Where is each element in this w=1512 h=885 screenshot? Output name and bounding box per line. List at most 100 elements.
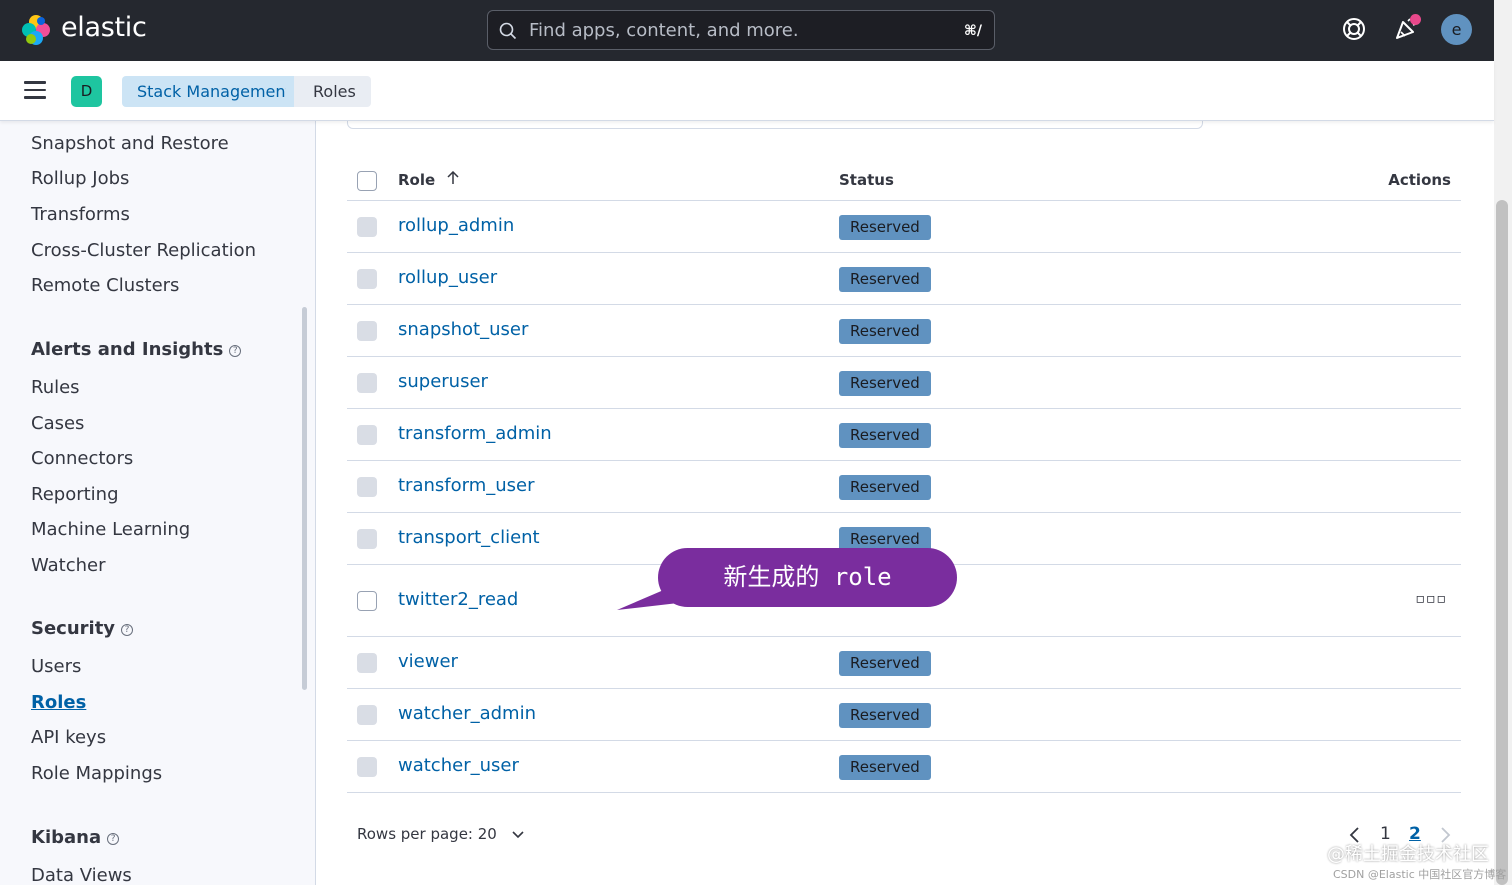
global-search-input[interactable]: Find apps, content, and more. ⌘/ bbox=[487, 10, 995, 50]
question-icon[interactable]: ? bbox=[229, 345, 242, 357]
page-scrollbar[interactable] bbox=[1494, 0, 1512, 885]
sort-ascending-icon bbox=[447, 171, 459, 184]
section-title: Alerts and Insights bbox=[31, 339, 224, 360]
role-link[interactable]: superuser bbox=[398, 371, 488, 392]
watermark-subtext: CSDN @Elastic 中国社区官方博客 bbox=[1333, 868, 1507, 881]
user-avatar[interactable]: e bbox=[1441, 14, 1472, 45]
sidebar-item-reporting[interactable]: Reporting bbox=[31, 484, 119, 505]
sidebar-item-rollup-jobs[interactable]: Rollup Jobs bbox=[31, 168, 129, 189]
section-title: Security bbox=[31, 618, 116, 639]
search-shortcut: ⌘/ bbox=[963, 23, 982, 39]
sidebar-item-api-keys[interactable]: API keys bbox=[31, 727, 106, 748]
top-header: elastic Find apps, content, and more. ⌘/… bbox=[0, 0, 1494, 61]
roles-table: Role Status Actions rollup_admin Reserve… bbox=[347, 159, 1461, 793]
column-header-role[interactable]: Role bbox=[398, 171, 460, 189]
row-checkbox bbox=[357, 217, 377, 237]
sidebar-item-ccr[interactable]: Cross-Cluster Replication bbox=[31, 240, 256, 261]
management-sidebar: Snapshot and Restore Rollup Jobs Transfo… bbox=[0, 121, 316, 885]
sidebar-item-users[interactable]: Users bbox=[31, 656, 81, 677]
row-actions-button[interactable]: ▫▫▫ bbox=[1416, 591, 1447, 607]
status-badge: Reserved bbox=[839, 703, 931, 728]
row-checkbox bbox=[357, 321, 377, 341]
sidebar-item-machine-learning[interactable]: Machine Learning bbox=[31, 519, 190, 540]
table-row: rollup_user Reserved bbox=[347, 253, 1461, 305]
breadcrumb-roles: Roles bbox=[294, 76, 371, 107]
rows-per-page-label: Rows per page: 20 bbox=[357, 825, 497, 843]
table-row: transform_admin Reserved bbox=[347, 409, 1461, 461]
status-badge: Reserved bbox=[839, 755, 931, 780]
sidebar-scrollbar[interactable] bbox=[302, 307, 307, 690]
annotation-bubble: 新生成的 role bbox=[658, 548, 957, 607]
row-checkbox bbox=[357, 529, 377, 549]
status-badge: Reserved bbox=[839, 423, 931, 448]
row-checkbox bbox=[357, 705, 377, 725]
search-icon bbox=[499, 22, 517, 40]
brand-name[interactable]: elastic bbox=[61, 12, 147, 43]
scrollbar-thumb[interactable] bbox=[1496, 200, 1508, 885]
row-checkbox bbox=[357, 373, 377, 393]
sidebar-item-watcher[interactable]: Watcher bbox=[31, 555, 106, 576]
sidebar-item-remote-clusters[interactable]: Remote Clusters bbox=[31, 275, 179, 296]
table-row: superuser Reserved bbox=[347, 357, 1461, 409]
column-header-status: Status bbox=[839, 171, 894, 189]
sidebar-item-rules[interactable]: Rules bbox=[31, 377, 80, 398]
table-header: Role Status Actions bbox=[347, 159, 1461, 201]
status-badge: Reserved bbox=[839, 371, 931, 396]
row-checkbox[interactable] bbox=[357, 591, 377, 611]
role-link[interactable]: viewer bbox=[398, 651, 458, 672]
row-checkbox bbox=[357, 653, 377, 673]
menu-icon[interactable] bbox=[24, 81, 46, 101]
table-row: transform_user Reserved bbox=[347, 461, 1461, 513]
breadcrumb-bar: D Stack Management Roles bbox=[0, 61, 1494, 121]
role-link[interactable]: rollup_user bbox=[398, 267, 497, 288]
sidebar-section-alerts: Alerts and Insights? bbox=[31, 339, 242, 360]
status-badge: Reserved bbox=[839, 267, 931, 292]
role-link[interactable]: rollup_admin bbox=[398, 215, 514, 236]
sidebar-item-data-views[interactable]: Data Views bbox=[31, 865, 132, 885]
watermark-text: @稀土掘金技术社区 bbox=[1327, 844, 1489, 865]
sidebar-item-roles[interactable]: Roles bbox=[31, 692, 86, 713]
row-checkbox bbox=[357, 269, 377, 289]
search-panel-edge bbox=[347, 121, 1203, 129]
chevron-down-icon bbox=[512, 831, 524, 839]
role-link[interactable]: snapshot_user bbox=[398, 319, 528, 340]
status-badge: Reserved bbox=[839, 319, 931, 344]
column-label: Role bbox=[398, 171, 436, 189]
space-avatar[interactable]: D bbox=[71, 76, 102, 107]
sidebar-item-role-mappings[interactable]: Role Mappings bbox=[31, 763, 162, 784]
status-badge: Reserved bbox=[839, 475, 931, 500]
section-title: Kibana bbox=[31, 827, 102, 848]
role-link[interactable]: transport_client bbox=[398, 527, 540, 548]
sidebar-item-connectors[interactable]: Connectors bbox=[31, 448, 133, 469]
search-placeholder: Find apps, content, and more. bbox=[529, 20, 799, 41]
sidebar-item-snapshot-restore[interactable]: Snapshot and Restore bbox=[31, 133, 229, 154]
question-icon[interactable]: ? bbox=[107, 833, 120, 845]
row-checkbox bbox=[357, 757, 377, 777]
status-badge: Reserved bbox=[839, 215, 931, 240]
help-icon[interactable] bbox=[1341, 16, 1367, 42]
table-row: rollup_admin Reserved bbox=[347, 201, 1461, 253]
column-header-actions: Actions bbox=[1388, 171, 1451, 189]
select-all-checkbox[interactable] bbox=[357, 171, 377, 191]
table-row: viewer Reserved bbox=[347, 637, 1461, 689]
elastic-logo-icon[interactable] bbox=[20, 14, 52, 46]
sidebar-section-kibana: Kibana? bbox=[31, 827, 120, 848]
sidebar-section-security: Security? bbox=[31, 618, 134, 639]
role-link[interactable]: transform_admin bbox=[398, 423, 552, 444]
breadcrumb-stack-management[interactable]: Stack Management bbox=[122, 76, 310, 107]
question-icon[interactable]: ? bbox=[121, 624, 134, 636]
roles-page: Role Status Actions rollup_admin Reserve… bbox=[317, 121, 1494, 885]
role-link[interactable]: transform_user bbox=[398, 475, 535, 496]
rows-per-page-button[interactable]: Rows per page: 20 bbox=[357, 825, 524, 843]
role-link[interactable]: watcher_user bbox=[398, 755, 519, 776]
row-checkbox bbox=[357, 477, 377, 497]
row-checkbox bbox=[357, 425, 377, 445]
role-link[interactable]: watcher_admin bbox=[398, 703, 536, 724]
notification-dot bbox=[1410, 14, 1421, 25]
sidebar-item-cases[interactable]: Cases bbox=[31, 413, 84, 434]
table-row: watcher_user Reserved bbox=[347, 741, 1461, 793]
table-row: snapshot_user Reserved bbox=[347, 305, 1461, 357]
status-badge: Reserved bbox=[839, 651, 931, 676]
role-link[interactable]: twitter2_read bbox=[398, 589, 518, 610]
sidebar-item-transforms[interactable]: Transforms bbox=[31, 204, 130, 225]
